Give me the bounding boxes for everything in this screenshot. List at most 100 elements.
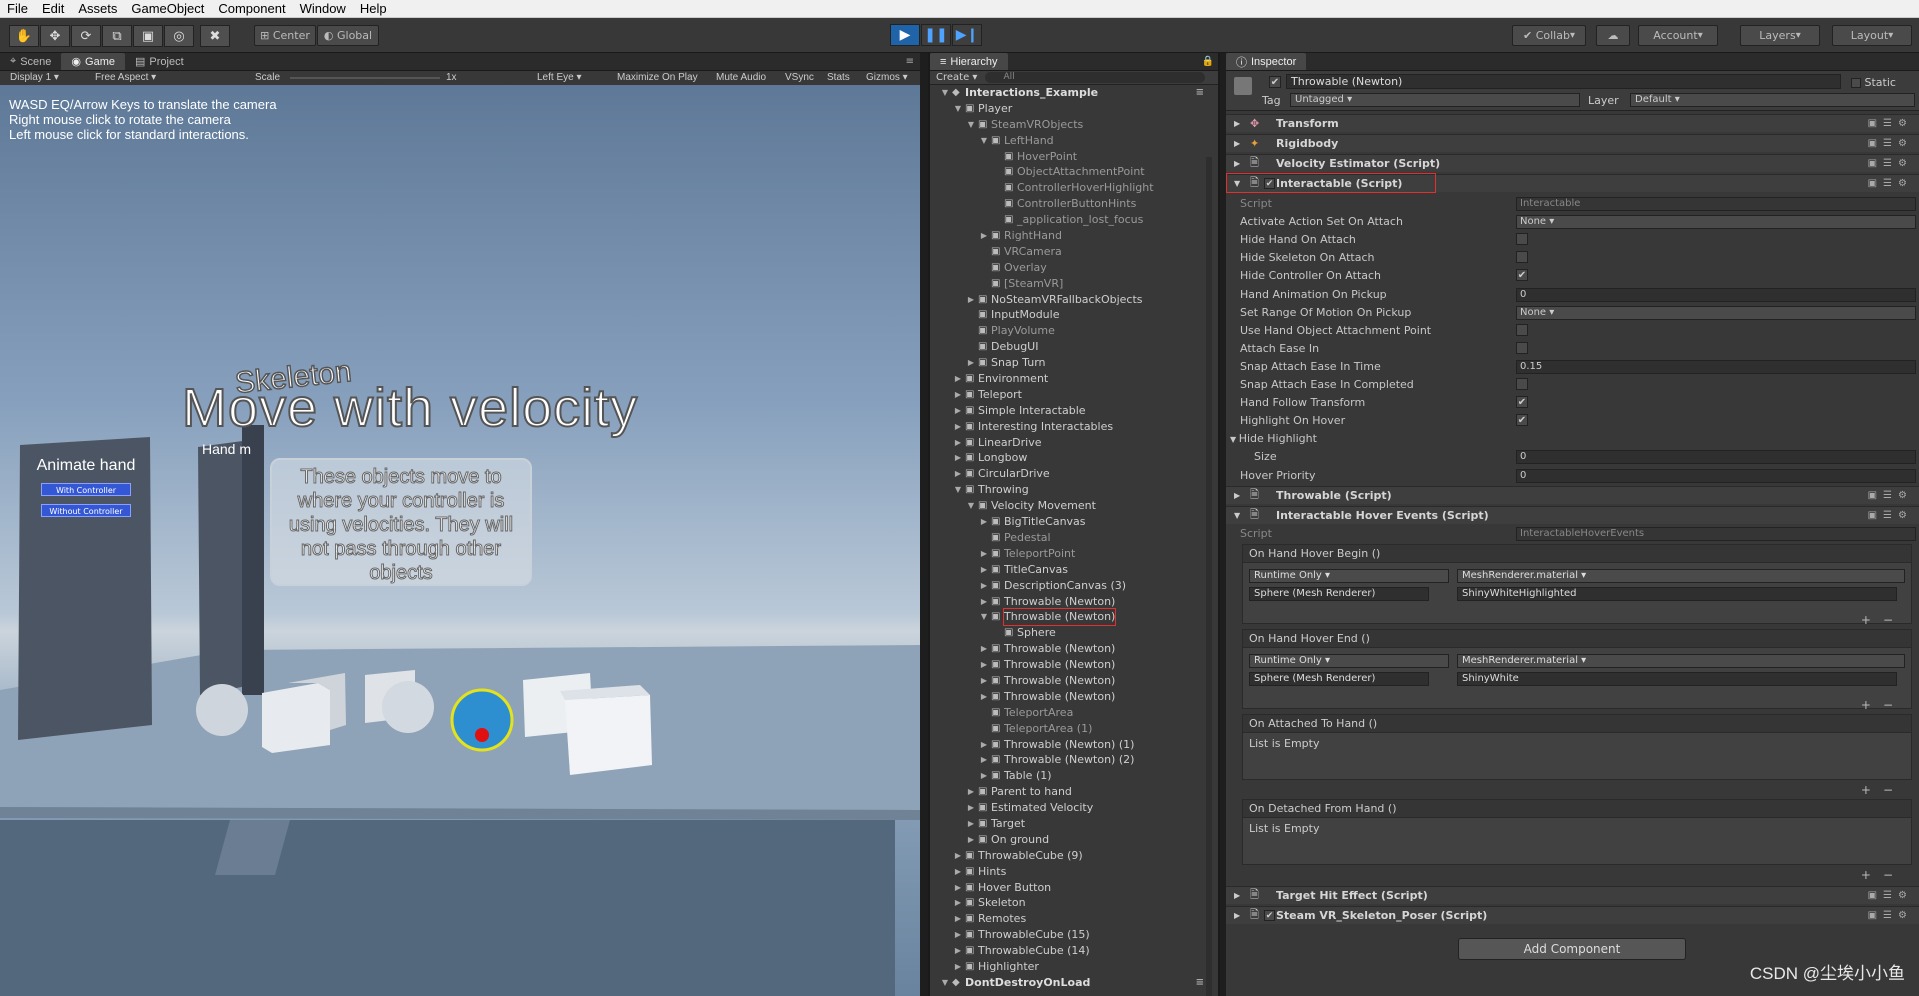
collapse-arrow-icon[interactable]: ▶ [979, 562, 989, 578]
component-settings-icon[interactable]: ▣☰⚙ [1868, 178, 1913, 189]
scene-row[interactable]: ▼ ◆ Interactions_Example ≡ [930, 85, 1218, 101]
hierarchy-item[interactable]: ▶ ▣ On ground [930, 832, 1218, 848]
vsync-toggle[interactable]: VSync [785, 71, 814, 85]
hierarchy-item[interactable]: ▶ ▣ TeleportPoint [930, 546, 1218, 562]
property-value-field[interactable]: 0 [1516, 450, 1916, 465]
hierarchy-item[interactable]: ▶ ▣ Throwable (Newton) [930, 657, 1218, 673]
hierarchy-item[interactable]: ▶ ▣ Throwable (Newton) [930, 689, 1218, 705]
hierarchy-item[interactable]: ▼ ▣ SteamVRObjects [930, 117, 1218, 133]
hierarchy-item[interactable]: ▶ ▣ Interesting Interactables [930, 419, 1218, 435]
hierarchy-item[interactable]: ▣ VRCamera [930, 244, 1218, 260]
hierarchy-item[interactable]: ▼ ▣ Throwable (Newton) [930, 608, 1218, 627]
component-settings-icon[interactable]: ▣☰⚙ [1868, 490, 1913, 501]
collapse-arrow-icon[interactable]: ▶ [979, 657, 989, 673]
collapse-arrow-icon[interactable]: ▶ [979, 228, 989, 244]
collapse-arrow-icon[interactable]: ▶ [953, 959, 963, 975]
hierarchy-item[interactable]: ▶ ▣ Snap Turn [930, 355, 1218, 371]
component-settings-icon[interactable]: ▣☰⚙ [1868, 510, 1913, 521]
hierarchy-item[interactable]: ▶ ▣ Highlighter [930, 959, 1218, 975]
expand-arrow-icon[interactable]: ▼ [979, 609, 989, 625]
hierarchy-item[interactable]: ▶ ▣ ThrowableCube (15) [930, 927, 1218, 943]
collapse-arrow-icon[interactable]: ▶ [979, 673, 989, 689]
hierarchy-item[interactable]: ▣ InputModule [930, 307, 1218, 323]
object-name-field[interactable]: Throwable (Newton) [1286, 74, 1841, 89]
collapse-arrow-icon[interactable]: ▶ [953, 848, 963, 864]
expand-arrow-icon[interactable]: ▼ [940, 975, 950, 991]
tab-inspector[interactable]: ⓘ Inspector [1226, 53, 1307, 70]
hierarchy-item[interactable]: ▶ ▣ Throwable (Newton) [930, 641, 1218, 657]
property-checkbox[interactable] [1516, 251, 1528, 264]
component-velocity-estimator[interactable]: ▶ 🗎 Velocity Estimator (Script) ▣☰⚙ [1226, 154, 1919, 172]
maximize-on-play-toggle[interactable]: Maximize On Play [617, 71, 698, 85]
menu-item-window[interactable]: Window [293, 0, 353, 18]
expand-arrow-icon[interactable]: ▼ [940, 85, 950, 101]
collapse-arrow-icon[interactable]: ▶ [953, 466, 963, 482]
property-value-field[interactable]: 0 [1516, 468, 1916, 483]
collapse-arrow-icon[interactable]: ▶ [953, 943, 963, 959]
cloud-button[interactable]: ☁ [1596, 25, 1630, 46]
menu-item-help[interactable]: Help [353, 0, 394, 18]
hierarchy-item[interactable]: ▶ ▣ ThrowableCube (14) [930, 943, 1218, 959]
hierarchy-scrollbar[interactable] [1206, 157, 1212, 996]
expand-arrow-icon[interactable]: ▼ [979, 133, 989, 149]
panel-menu-icon[interactable]: ≡ [906, 56, 914, 67]
collapse-arrow-icon[interactable]: ▶ [979, 641, 989, 657]
component-skeleton-poser[interactable]: ▶ 🗎 ✔ Steam VR_Skeleton_Poser (Script) ▣☰⚙ [1226, 906, 1919, 924]
hierarchy-item[interactable]: ▶ ▣ Hover Button [930, 880, 1218, 896]
property-checkbox[interactable] [1516, 233, 1528, 246]
hierarchy-item[interactable]: ▣ ControllerHoverHighlight [930, 180, 1218, 196]
space-global-button[interactable]: ◐ Global [317, 25, 379, 46]
hierarchy-search-input[interactable]: All [985, 72, 1206, 83]
add-remove-listener-icon[interactable]: +− [1861, 698, 1905, 712]
layers-dropdown[interactable]: Layers [1740, 25, 1820, 46]
menu-item-edit[interactable]: Edit [35, 0, 71, 18]
collapse-arrow-icon[interactable]: ▶ [953, 895, 963, 911]
method-dropdown[interactable]: MeshRenderer.material [1457, 569, 1905, 583]
hierarchy-item[interactable]: ▶ ▣ BigTitleCanvas [930, 514, 1218, 530]
collapse-arrow-icon[interactable]: ▶ [979, 594, 989, 610]
collapse-arrow-icon[interactable]: ▶ [979, 689, 989, 705]
hierarchy-item[interactable]: ▣ PlayVolume [930, 323, 1218, 339]
hierarchy-item[interactable]: ▣ _application_lost_focus [930, 212, 1218, 228]
hand-tool-icon[interactable]: ✋ [9, 25, 39, 47]
hierarchy-item[interactable]: ▶ ▣ TitleCanvas [930, 562, 1218, 578]
collapse-arrow-icon[interactable]: ▶ [979, 546, 989, 562]
property-checkbox[interactable] [1516, 323, 1528, 336]
component-settings-icon[interactable]: ▣☰⚙ [1868, 138, 1913, 149]
transform-tool-icon[interactable]: ◎ [164, 25, 194, 47]
mute-audio-toggle[interactable]: Mute Audio [716, 71, 766, 85]
layout-dropdown[interactable]: Layout [1832, 25, 1912, 46]
pause-button[interactable]: ❚❚ [921, 24, 951, 46]
collapse-arrow-icon[interactable]: ▶ [979, 514, 989, 530]
hierarchy-item[interactable]: ▣ TeleportArea [930, 705, 1218, 721]
hierarchy-item[interactable]: ▣ Overlay [930, 260, 1218, 276]
hierarchy-item[interactable]: ▶ ▣ Teleport [930, 387, 1218, 403]
hierarchy-item[interactable]: ▣ ControllerButtonHints [930, 196, 1218, 212]
collab-button[interactable]: ✔ Collab [1512, 25, 1586, 46]
hierarchy-item[interactable]: ▶ ▣ Throwable (Newton) [930, 673, 1218, 689]
target-object-field[interactable]: Sphere (Mesh Renderer) [1249, 672, 1429, 686]
static-checkbox[interactable] [1851, 78, 1861, 88]
account-dropdown[interactable]: Account [1638, 25, 1718, 46]
collapse-arrow-icon[interactable]: ▶ [966, 784, 976, 800]
runtime-dropdown[interactable]: Runtime Only [1249, 569, 1449, 583]
hierarchy-item[interactable]: ▶ ▣ Simple Interactable [930, 403, 1218, 419]
tag-dropdown[interactable]: Untagged [1290, 93, 1580, 107]
component-settings-icon[interactable]: ▣☰⚙ [1868, 118, 1913, 129]
active-checkbox[interactable]: ✔ [1269, 76, 1281, 88]
collapse-arrow-icon[interactable]: ▶ [953, 371, 963, 387]
rotate-tool-icon[interactable]: ⟳ [71, 25, 101, 47]
material-field[interactable]: ShinyWhiteHighlighted [1457, 587, 1897, 601]
hierarchy-item[interactable]: ▼ ▣ LeftHand [930, 133, 1218, 149]
hierarchy-item[interactable]: ▶ ▣ Throwable (Newton) [930, 594, 1218, 610]
expand-arrow-icon[interactable]: ▼ [966, 117, 976, 133]
hierarchy-item[interactable]: ▶ ▣ Longbow [930, 450, 1218, 466]
collapse-arrow-icon[interactable]: ▶ [979, 752, 989, 768]
collapse-arrow-icon[interactable]: ▶ [953, 403, 963, 419]
method-dropdown[interactable]: MeshRenderer.material [1457, 654, 1905, 668]
scene-menu-icon[interactable]: ≡ [1196, 975, 1204, 991]
expand-arrow-icon[interactable]: ▼ [966, 498, 976, 514]
property-value-field[interactable]: 0.15 [1516, 359, 1916, 374]
hierarchy-item[interactable]: ▶ ▣ CircularDrive [930, 466, 1218, 482]
component-settings-icon[interactable]: ▣☰⚙ [1868, 158, 1913, 169]
